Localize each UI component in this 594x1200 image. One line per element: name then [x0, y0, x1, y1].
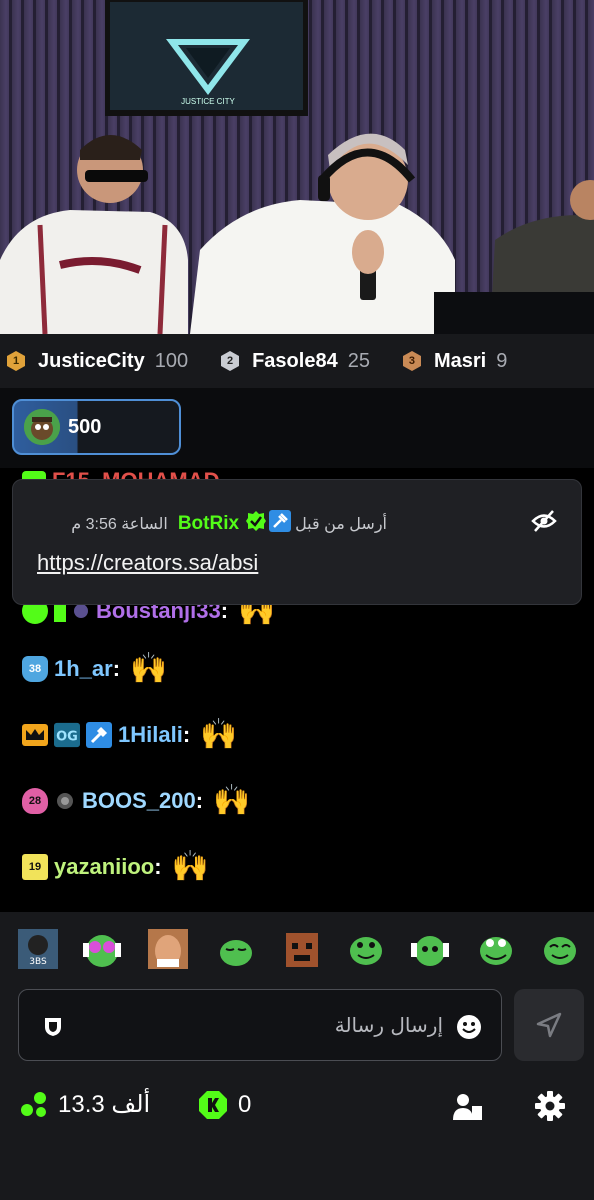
emote-meme-face-icon[interactable] [148, 929, 188, 969]
moderator-badge-icon [86, 722, 112, 748]
stream-video[interactable]: JUSTICE CITY [0, 0, 594, 334]
pinned-sender[interactable]: BotRix [178, 513, 239, 535]
kick-logo-icon [199, 1091, 227, 1119]
send-button[interactable] [514, 989, 584, 1061]
og-badge-icon: OG [54, 722, 80, 748]
pinned-link[interactable]: https://creators.sa/absi [37, 550, 258, 576]
avatar [24, 409, 60, 445]
chat-input-box[interactable] [18, 989, 502, 1061]
clap-emote: 🙌 [213, 784, 251, 817]
viewers-count: 13.3 ألف [58, 1091, 151, 1118]
gift-leaderboard: 1 JusticeCity 100 2 Fasole84 25 3 Masri … [0, 334, 594, 388]
gift-pill[interactable]: 500 [12, 399, 181, 455]
gem-badge-icon [54, 788, 76, 814]
rank-badge-icon: 1 [6, 350, 26, 372]
leaderboard-name: JusticeCity [38, 349, 145, 372]
leaderboard-score: 100 [154, 349, 189, 372]
svg-text:3BS: 3BS [29, 957, 47, 967]
eye-off-icon[interactable] [531, 508, 557, 534]
emote-frog-grin-icon[interactable] [476, 929, 516, 969]
leaderboard-entry-1[interactable]: 1 JusticeCity 100 [6, 350, 188, 373]
crown-badge-icon [22, 722, 48, 748]
rank-badge-icon: 2 [220, 350, 240, 372]
verified-badge-icon [245, 510, 267, 537]
screen-logo-text: JUSTICE CITY [181, 97, 235, 106]
gift-bar: 500 [0, 388, 594, 468]
pinned-message: أرسل من قبل BotRix الساعة 3:56 م https:/… [12, 479, 582, 605]
leaderboard-name: Fasole84 [252, 349, 338, 372]
svg-text:OG: OG [56, 730, 78, 745]
leaderboard-score: 25 [347, 349, 370, 372]
emote-frog-happy-icon[interactable] [540, 929, 580, 969]
emote-frog-smile-icon[interactable] [346, 929, 386, 969]
emoji-icon[interactable] [456, 1014, 482, 1045]
clap-emote: 🙌 [171, 850, 209, 883]
viewers-icon [21, 1091, 46, 1117]
clap-emote: 🙌 [200, 718, 238, 751]
pinned-label: أرسل من قبل [295, 515, 387, 533]
shield-icon[interactable] [41, 1014, 65, 1043]
chat-username[interactable]: BOOS_200 [82, 788, 196, 814]
bottom-bar: 13.3 ألف 0 [0, 1082, 594, 1132]
chat-input[interactable] [83, 990, 443, 1060]
leaderboard-entry-3[interactable]: 3 Masri 9 [402, 350, 507, 373]
emote-bar: 3BS [0, 912, 594, 982]
level-badge-icon: 28 [22, 788, 48, 814]
chat-username[interactable]: 1h_ar [54, 656, 113, 682]
pinned-meta: أرسل من قبل BotRix الساعة 3:56 م [71, 510, 387, 537]
viewers-stat[interactable]: 13.3 ألف [20, 1090, 150, 1119]
kicks-stat[interactable]: 0 [198, 1090, 251, 1120]
chat-username[interactable]: yazaniioo [54, 854, 154, 880]
kicks-count: 0 [238, 1091, 252, 1118]
chat-message: 28 BOOS_200 : 🙌 [22, 786, 250, 816]
gift-amount: 500 [68, 415, 102, 438]
leaderboard-name: Masri [433, 349, 487, 372]
emote-mad-block-icon[interactable] [282, 929, 322, 969]
clap-emote: 🙌 [130, 652, 168, 685]
leaderboard-score: 9 [496, 349, 508, 372]
gear-icon[interactable] [534, 1090, 566, 1122]
leaderboard-entry-2[interactable]: 2 Fasole84 25 [220, 350, 370, 373]
emote-frog-sleepy-icon[interactable] [216, 929, 256, 969]
moderator-badge-icon [269, 510, 292, 537]
level-badge-icon: 38 [22, 656, 48, 682]
rank-badge-icon: 3 [402, 350, 422, 372]
chat-message: OG 1Hilali : 🙌 [22, 720, 238, 750]
chat-username[interactable]: 1Hilali [118, 722, 183, 748]
users-icon[interactable] [452, 1092, 484, 1122]
chat-message: 19 yazaniioo : 🙌 [22, 852, 209, 882]
level-badge-icon: 19 [22, 854, 48, 880]
pinned-time: الساعة 3:56 م [71, 515, 168, 533]
send-icon [536, 1012, 562, 1038]
emote-3bs-icon[interactable]: 3BS [18, 929, 58, 969]
emote-frog-headphones-2-icon[interactable] [410, 929, 450, 969]
emote-frog-headphones-icon[interactable] [82, 929, 122, 969]
chat-message: 38 1h_ar : 🙌 [22, 654, 167, 684]
